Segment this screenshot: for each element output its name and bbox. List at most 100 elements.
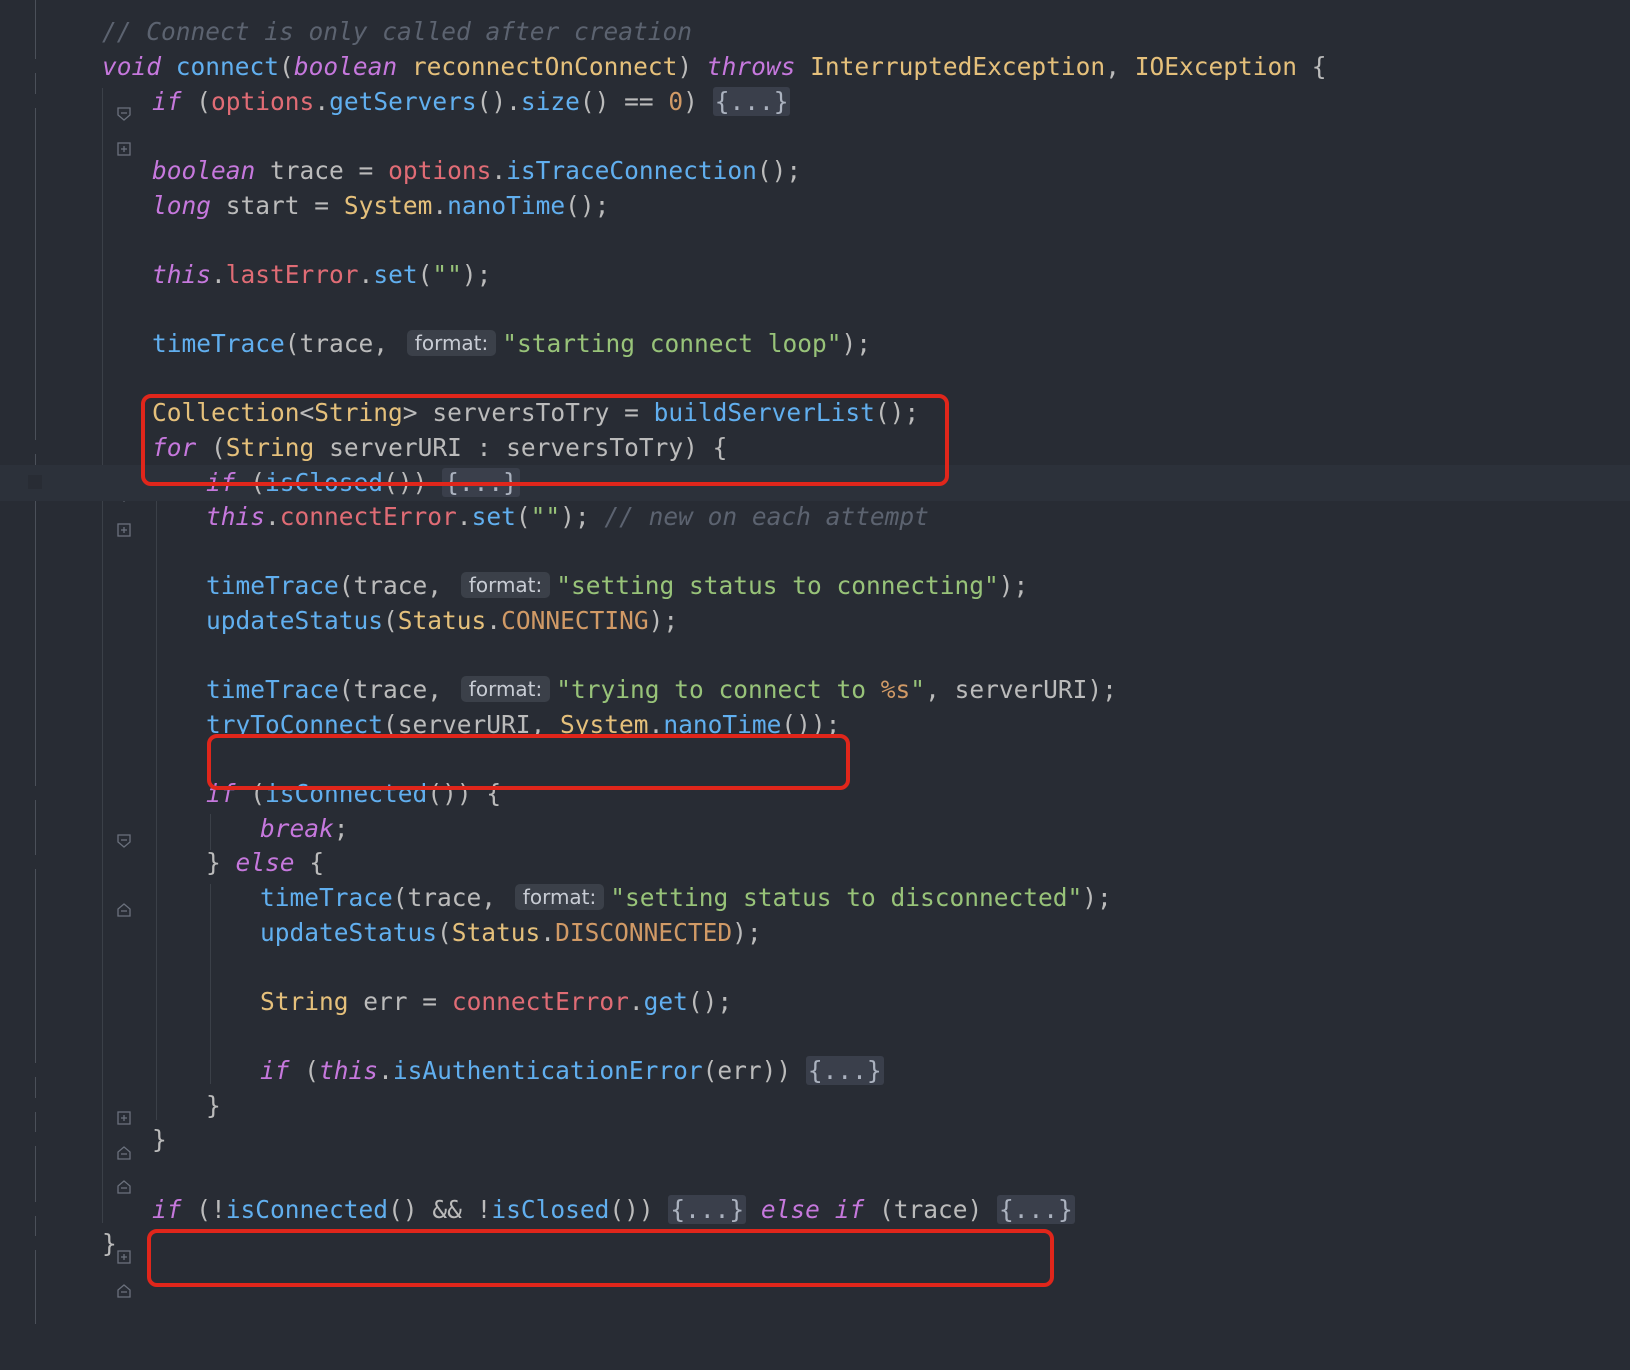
- punct: );: [998, 571, 1029, 600]
- highlight-box-final-check: [147, 1229, 1054, 1287]
- code-line[interactable]: } else {: [0, 845, 1630, 917]
- fold-end-icon[interactable]: [28, 1098, 131, 1160]
- fold-collapse-icon[interactable]: [28, 786, 131, 848]
- fold-expand-icon[interactable]: [28, 94, 131, 156]
- string: "setting status to disconnected": [610, 883, 1083, 912]
- method: updateStatus: [206, 606, 384, 635]
- kw: if: [152, 87, 182, 116]
- code-line[interactable]: timeTrace(trace, format: "trying to conne…: [0, 672, 1630, 708]
- punct: (: [196, 87, 212, 116]
- var: start =: [225, 191, 330, 220]
- code-line[interactable]: this.connectError.set(""); // new on eac…: [0, 499, 1630, 535]
- code-line[interactable]: void connect ( boolean reconnectOnConnect)…: [0, 49, 1630, 121]
- code-line[interactable]: String err = connectError.get();: [0, 984, 1630, 1020]
- fold-collapse-icon[interactable]: [28, 440, 131, 502]
- punct: (: [383, 606, 398, 635]
- string: ": [910, 675, 926, 704]
- string: "starting connect loop": [502, 329, 842, 358]
- method: updateStatus: [260, 918, 438, 947]
- format-specifier: %s: [880, 675, 911, 704]
- param-hint: format:: [406, 330, 497, 356]
- type: String: [260, 987, 349, 1016]
- fold-end-icon[interactable]: [28, 855, 131, 917]
- punct: (!: [196, 1195, 226, 1224]
- fold-end-icon[interactable]: [28, 1132, 131, 1194]
- method: set: [373, 260, 418, 289]
- punct: .: [358, 260, 374, 289]
- param: reconnectOnConnect: [411, 52, 678, 81]
- punct: .: [491, 156, 507, 185]
- code-editor[interactable]: // Connect is only called after creation…: [0, 0, 1630, 1324]
- method: getServers: [329, 87, 477, 116]
- comment: // Connect is only called after creation: [102, 17, 693, 46]
- field: lastError: [225, 260, 359, 289]
- code-line[interactable]: if (options.getServers().size() == 0) {.…: [0, 84, 1630, 156]
- string: "": [530, 502, 561, 531]
- code-line[interactable]: timeTrace(trace, format: "setting status …: [0, 568, 1630, 604]
- type: InterruptedException: [810, 52, 1106, 81]
- fold-end-icon[interactable]: [28, 1236, 131, 1298]
- code-line[interactable]: // Connect is only called after creation: [0, 14, 1630, 50]
- code-line[interactable]: boolean trace = options.isTraceConnectio…: [0, 153, 1630, 189]
- method: timeTrace: [206, 675, 339, 704]
- param-hint: format:: [460, 676, 551, 702]
- kw: boolean: [293, 52, 398, 81]
- method: timeTrace: [152, 329, 285, 358]
- method: isClosed: [491, 1195, 610, 1224]
- punct: .: [432, 191, 448, 220]
- punct: }: [152, 1125, 167, 1154]
- fold-expand-icon[interactable]: [28, 475, 131, 537]
- code-line[interactable]: updateStatus(Status.DISCONNECTED);: [0, 915, 1630, 951]
- punct: (: [304, 1056, 320, 1085]
- folded-block[interactable]: {...}: [805, 1056, 884, 1085]
- method: isConnected: [225, 1195, 389, 1224]
- code-line[interactable]: timeTrace(trace, format: "starting connec…: [0, 326, 1630, 362]
- punct: ()): [609, 1195, 654, 1224]
- punct: .: [211, 260, 226, 289]
- type: Status: [397, 606, 487, 635]
- folded-block[interactable]: {...}: [712, 87, 791, 116]
- var: err =: [363, 987, 438, 1016]
- folded-block[interactable]: {...}: [997, 1195, 1075, 1224]
- code-line[interactable]: this.lastError.set("");: [0, 257, 1630, 293]
- fold-expand-icon[interactable]: [28, 1063, 131, 1125]
- code-line[interactable]: if (!isConnected() && !isClosed()) {...}…: [0, 1192, 1630, 1264]
- code-line[interactable]: timeTrace(trace, format: "setting status …: [0, 880, 1630, 916]
- kw: this: [152, 260, 212, 289]
- var: trace =: [270, 156, 374, 185]
- code-line[interactable]: long start = System.nanoTime();: [0, 188, 1630, 224]
- kw: void: [102, 52, 162, 81]
- method: nanoTime: [447, 191, 566, 220]
- punct: () && !: [388, 1195, 492, 1224]
- punct: );: [560, 502, 590, 531]
- punct: }: [102, 1229, 117, 1258]
- code-line[interactable]: break;: [0, 811, 1630, 847]
- punct: .: [314, 87, 330, 116]
- folded-block[interactable]: {...}: [668, 1195, 747, 1224]
- code-line[interactable]: updateStatus(Status.CONNECTING);: [0, 603, 1630, 639]
- kw: if: [260, 1056, 290, 1085]
- method: timeTrace: [206, 571, 339, 600]
- punct: );: [1082, 883, 1112, 912]
- method-name: connect: [175, 52, 280, 81]
- fold-collapse-icon[interactable]: [28, 59, 131, 121]
- punct: );: [461, 260, 492, 289]
- method: isAuthenticationError: [392, 1056, 703, 1085]
- string: "setting status to connecting": [556, 571, 999, 600]
- fold-expand-icon[interactable]: [28, 1202, 131, 1264]
- code-line[interactable]: }: [0, 1088, 1630, 1160]
- args: (trace,: [338, 571, 443, 600]
- code-line[interactable]: if (this.isAuthenticationError(err)) {..…: [0, 1053, 1630, 1125]
- punct: }: [206, 848, 221, 877]
- punct: ): [683, 87, 698, 116]
- param-hint: format:: [514, 884, 605, 910]
- type: Status: [451, 918, 541, 947]
- punct: );: [732, 918, 762, 947]
- punct: ();: [565, 191, 610, 220]
- string: "": [432, 260, 462, 289]
- string: "trying to connect to: [556, 675, 881, 704]
- code-line[interactable]: }: [0, 1122, 1630, 1194]
- punct: (trace): [878, 1195, 983, 1224]
- field: options: [388, 156, 492, 185]
- highlight-box-try-connect: [207, 734, 850, 790]
